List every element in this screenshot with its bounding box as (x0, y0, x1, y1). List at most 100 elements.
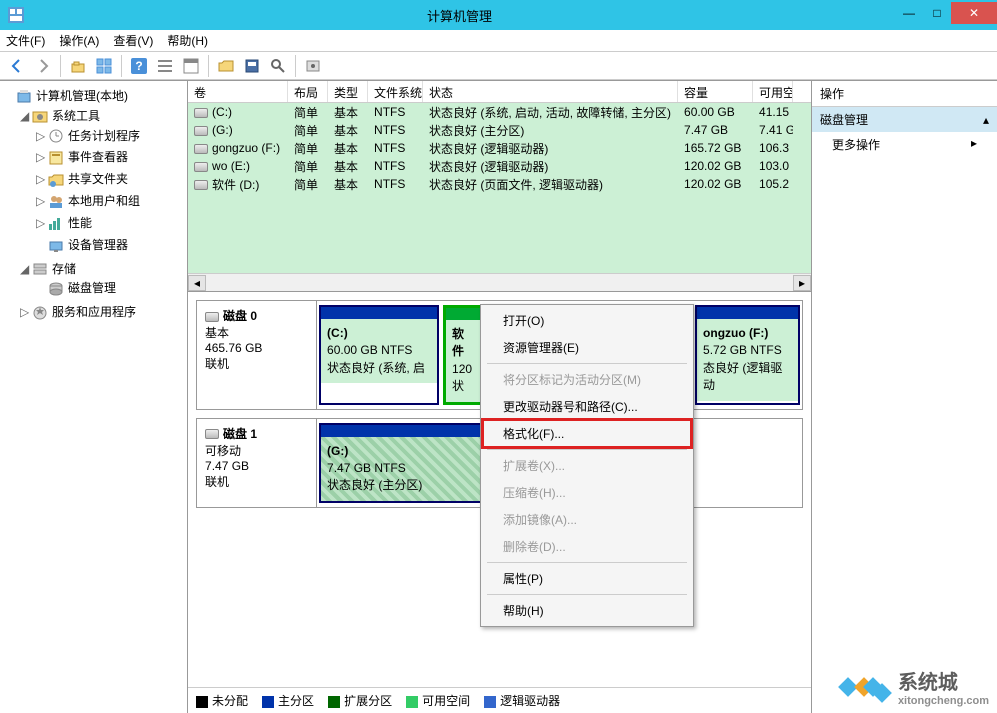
tree-label: 性能 (68, 216, 92, 230)
disk-title: 磁盘 0 (223, 309, 257, 323)
app-icon (8, 7, 24, 23)
col-volume[interactable]: 卷 (188, 81, 288, 102)
volume-row[interactable]: gongzuo (F:)简单基本NTFS状态良好 (逻辑驱动器)165.72 G… (188, 139, 811, 157)
part-status: 态良好 (逻辑驱动 (703, 361, 782, 392)
menu-help[interactable]: 帮助(H) (167, 32, 208, 49)
tree-label: 服务和应用程序 (52, 305, 136, 319)
menu-file[interactable]: 文件(F) (6, 32, 45, 49)
menu-view[interactable]: 查看(V) (113, 32, 153, 49)
menu-extend: 扩展卷(X)... (483, 452, 691, 479)
svg-text:?: ? (135, 59, 142, 73)
col-filesystem[interactable]: 文件系统 (368, 81, 423, 102)
menu-open[interactable]: 打开(O) (483, 307, 691, 334)
menu-explorer[interactable]: 资源管理器(E) (483, 334, 691, 361)
part-size: 120 (452, 362, 472, 376)
tree-local-users[interactable]: ▷本地用户和组 (36, 190, 185, 212)
back-button[interactable] (6, 55, 28, 77)
context-menu: 打开(O) 资源管理器(E) 将分区标记为活动分区(M) 更改驱动器号和路径(C… (480, 304, 694, 627)
disk-type: 可移动 (205, 444, 241, 458)
tree-label: 设备管理器 (68, 238, 128, 252)
minimize-button[interactable]: — (895, 2, 923, 24)
actions-section[interactable]: 磁盘管理▴ (812, 107, 997, 132)
partition-f[interactable]: ongzuo (F:)5.72 GB NTFS态良好 (逻辑驱动 (695, 305, 800, 405)
actions-more[interactable]: 更多操作▸ (812, 132, 997, 157)
legend-label: 未分配 (212, 694, 248, 708)
tree-label: 存储 (52, 262, 76, 276)
chevron-right-icon: ▸ (971, 136, 977, 153)
scroll-right-icon[interactable]: ▸ (793, 275, 811, 291)
tree-system-tools[interactable]: ◢系统工具 ▷任务计划程序 ▷事件查看器 ▷共享文件夹 ▷本地用户和组 ▷性能 … (20, 105, 185, 258)
disk-state: 联机 (205, 475, 229, 489)
volume-row[interactable]: 软件 (D:)简单基本NTFS状态良好 (页面文件, 逻辑驱动器)120.02 … (188, 175, 811, 193)
detail-view-button[interactable] (180, 55, 202, 77)
menu-separator (487, 594, 687, 595)
col-status[interactable]: 状态 (423, 81, 678, 102)
tree-task-scheduler[interactable]: ▷任务计划程序 (36, 125, 185, 147)
part-status: 状态良好 (系统, 启 (327, 361, 425, 375)
actions-panel: 操作 磁盘管理▴ 更多操作▸ (812, 81, 997, 713)
tree-label: 共享文件夹 (68, 172, 128, 186)
help-button[interactable]: ? (128, 55, 150, 77)
volume-row[interactable]: wo (E:)简单基本NTFS状态良好 (逻辑驱动器)120.02 GB103.… (188, 157, 811, 175)
menu-separator (487, 363, 687, 364)
scroll-left-icon[interactable]: ◂ (188, 275, 206, 291)
partition-d-selected[interactable]: 软件120状 (443, 305, 483, 405)
disk-icon (205, 429, 219, 439)
watermark-text: 系统城 (898, 666, 989, 695)
find-icon[interactable] (267, 55, 289, 77)
close-button[interactable]: ✕ (951, 2, 997, 24)
disk-capacity: 465.76 GB (205, 341, 262, 355)
toolbar-separator (208, 55, 209, 77)
tree-device-manager[interactable]: ▷设备管理器 (36, 234, 185, 256)
tree-services[interactable]: ▷服务和应用程序 (20, 301, 185, 323)
legend-ext-sw (328, 696, 340, 708)
menu-format[interactable]: 格式化(F)... (483, 420, 691, 447)
settings-icon[interactable] (302, 55, 324, 77)
disk-icon (205, 312, 219, 322)
tree-disk-management[interactable]: ▷磁盘管理 (36, 277, 185, 299)
col-free[interactable]: 可用空 (753, 81, 793, 102)
volume-row[interactable]: (C:)简单基本NTFS状态良好 (系统, 启动, 活动, 故障转储, 主分区)… (188, 103, 811, 121)
tree-shared-folders[interactable]: ▷共享文件夹 (36, 168, 185, 190)
legend-label: 扩展分区 (344, 694, 392, 708)
legend: 未分配 主分区 扩展分区 可用空间 逻辑驱动器 (188, 687, 811, 713)
toolbar-separator (60, 55, 61, 77)
menu-delete: 删除卷(D)... (483, 533, 691, 560)
up-button[interactable] (67, 55, 89, 77)
disk-0-info[interactable]: 磁盘 0 基本 465.76 GB 联机 (197, 301, 317, 409)
legend-label: 主分区 (278, 694, 314, 708)
save-icon[interactable] (241, 55, 263, 77)
legend-label: 逻辑驱动器 (500, 694, 560, 708)
part-size: 7.47 GB NTFS (327, 461, 406, 475)
tree-event-viewer[interactable]: ▷事件查看器 (36, 146, 185, 168)
volume-hscroll[interactable]: ◂ ▸ (188, 273, 811, 291)
col-layout[interactable]: 布局 (288, 81, 328, 102)
window-title: 计算机管理 (24, 6, 895, 25)
maximize-button[interactable]: □ (923, 2, 951, 24)
menu-help[interactable]: 帮助(H) (483, 597, 691, 624)
disk-1-info[interactable]: 磁盘 1 可移动 7.47 GB 联机 (197, 419, 317, 507)
partition-c[interactable]: (C:)60.00 GB NTFS状态良好 (系统, 启 (319, 305, 439, 405)
menu-action[interactable]: 操作(A) (59, 32, 99, 49)
legend-primary-sw (262, 696, 274, 708)
tree-storage[interactable]: ◢存储 ▷磁盘管理 (20, 258, 185, 302)
tree-root[interactable]: ▸计算机管理(本地) ◢系统工具 ▷任务计划程序 ▷事件查看器 ▷共享文件夹 ▷… (4, 85, 185, 325)
open-folder-icon[interactable] (215, 55, 237, 77)
disk-state: 联机 (205, 357, 229, 371)
watermark-url: xitongcheng.com (898, 695, 989, 707)
col-capacity[interactable]: 容量 (678, 81, 753, 102)
toolbar: ? (0, 52, 997, 80)
tree-label: 事件查看器 (68, 150, 128, 164)
views-button[interactable] (93, 55, 115, 77)
tree-label: 任务计划程序 (68, 129, 140, 143)
part-size: 5.72 GB NTFS (703, 343, 782, 357)
disk-title: 磁盘 1 (223, 427, 257, 441)
menu-properties[interactable]: 属性(P) (483, 565, 691, 592)
menu-change-letter[interactable]: 更改驱动器号和路径(C)... (483, 393, 691, 420)
tree-performance[interactable]: ▷性能 (36, 212, 185, 234)
part-status: 状 (452, 379, 464, 393)
list-view-button[interactable] (154, 55, 176, 77)
forward-button[interactable] (32, 55, 54, 77)
col-type[interactable]: 类型 (328, 81, 368, 102)
volume-row[interactable]: (G:)简单基本NTFS状态良好 (主分区)7.47 GB7.41 G (188, 121, 811, 139)
